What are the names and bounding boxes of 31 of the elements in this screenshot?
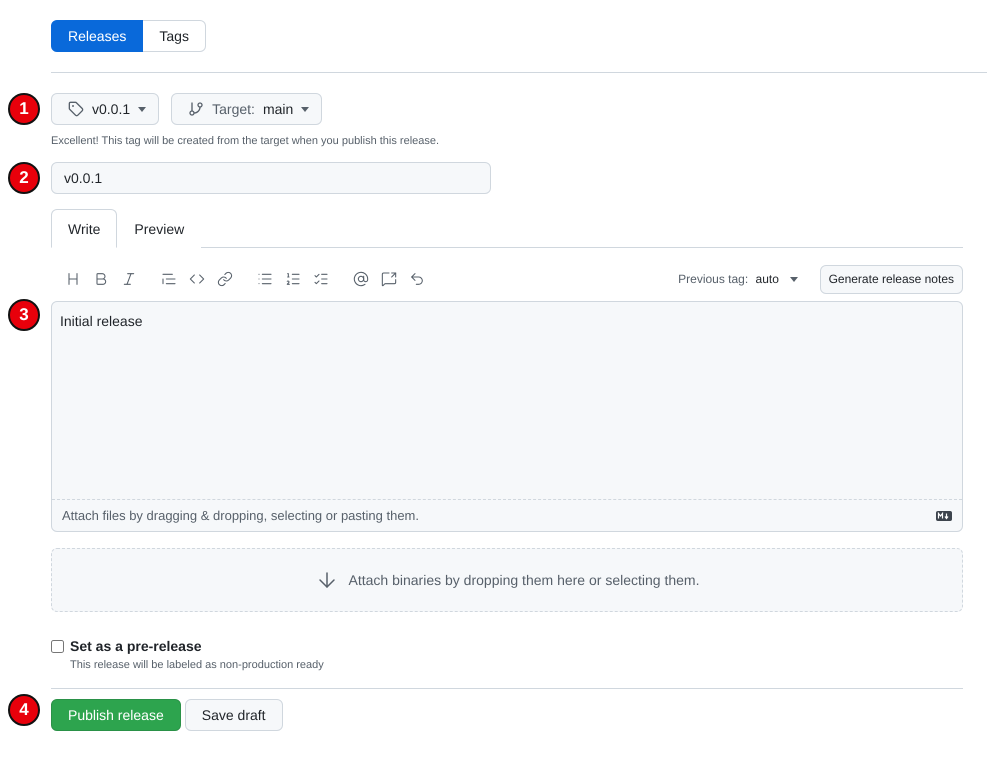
binaries-dropzone[interactable]: Attach binaries by dropping them here or selecting them. [51,548,963,612]
target-picker[interactable]: Target: main [171,93,322,125]
nav-tab[interactable]: Releases [51,20,144,52]
generate-notes-button[interactable]: Generate release notes [820,264,963,294]
branch-icon [188,101,204,117]
step-badge: 1 [8,93,40,125]
markdown-icon [936,510,952,520]
target-label: Target: [212,101,255,117]
nav-tab[interactable]: Tags [143,20,206,52]
mention-icon[interactable] [351,269,371,289]
dropzone-text: Attach binaries by dropping them here or selecting them. [348,572,700,588]
previous-tag-picker[interactable]: Previous tag: auto [672,271,804,287]
caret-icon [138,106,146,112]
step-badge: 2 [8,162,40,194]
attach-hint: Attach files by dragging & dropping, selecting or pasting them. [62,508,419,523]
step-badge: 4 [8,694,40,726]
body-text[interactable]: Initial release [52,302,962,500]
step-badge: 3 [8,299,40,331]
title-field[interactable]: v0.0.1 [51,162,491,194]
target-value: main [262,101,294,117]
tag-hint: Excellent! This tag will be created from the target when you publish this release. [51,135,440,147]
prerelease-description: This release will be labeled as non-production ready [70,659,325,671]
editor-tab[interactable]: Write [51,209,118,248]
caret-icon [301,106,310,112]
caret-icon [790,276,798,282]
prerelease-label: Set as a pre-release [70,638,202,654]
prerelease-checkbox[interactable] [51,640,64,652]
link-icon[interactable] [215,269,235,289]
tag-icon [68,101,84,117]
tag-picker[interactable]: v0.0.1 [51,93,160,125]
save-draft-button[interactable]: Save draft [184,699,283,731]
